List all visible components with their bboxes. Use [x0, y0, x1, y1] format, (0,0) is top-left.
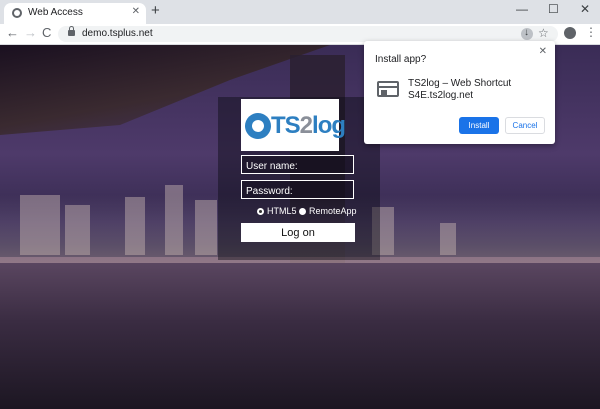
river-water [0, 263, 600, 409]
tab-strip: Web Access ✕ + — ☐ ✕ [0, 0, 600, 24]
password-field[interactable] [241, 180, 354, 200]
ts2log-logo-icon [245, 113, 271, 139]
tab-web-access[interactable]: Web Access ✕ [4, 3, 146, 24]
radio-html5-label: HTML5 [267, 206, 297, 216]
tab-close-icon[interactable]: ✕ [132, 6, 140, 17]
new-tab-button[interactable]: + [151, 3, 160, 19]
building [195, 200, 217, 255]
bookmark-star-icon[interactable]: ☆ [538, 26, 549, 40]
radio-unselected-icon[interactable] [299, 208, 306, 216]
cancel-button[interactable]: Cancel [505, 117, 545, 134]
install-app-icon[interactable] [521, 27, 533, 40]
username-field[interactable] [241, 155, 354, 175]
building [440, 223, 456, 255]
building [20, 195, 60, 255]
radio-remoteapp-label: RemoteApp [309, 206, 357, 216]
log-on-button[interactable]: Log on [241, 223, 355, 242]
tab-title: Web Access [28, 7, 83, 18]
globe-icon [12, 8, 22, 18]
maximize-button[interactable]: ☐ [548, 2, 559, 16]
building [165, 185, 183, 255]
install-app-dialog: Install app? ✕ TS2log – Web Shortcut S4E… [364, 41, 555, 144]
building [65, 205, 90, 255]
url-text[interactable]: demo.tsplus.net [82, 28, 153, 39]
dialog-close-icon[interactable]: ✕ [539, 46, 547, 57]
radio-html5[interactable]: HTML5 [257, 206, 297, 216]
reload-button[interactable]: C [42, 25, 51, 40]
radio-remoteapp[interactable]: RemoteApp [299, 206, 357, 216]
password-input[interactable] [242, 183, 353, 200]
radio-selected-icon[interactable] [257, 208, 264, 216]
ts2log-logo: TS2log [241, 99, 346, 151]
lock-icon[interactable] [68, 26, 75, 36]
minimize-button[interactable]: — [516, 2, 528, 16]
profile-avatar-icon[interactable] [564, 27, 576, 39]
forward-button[interactable]: → [24, 25, 37, 40]
window-close-button[interactable]: ✕ [580, 2, 590, 16]
dialog-title: Install app? [375, 54, 427, 65]
install-button[interactable]: Install [459, 117, 499, 134]
app-url: S4E.ts2log.net [408, 90, 474, 101]
username-input[interactable] [242, 158, 353, 175]
address-bar[interactable]: demo.tsplus.net ☆ [58, 26, 558, 42]
app-name: TS2log – Web Shortcut [408, 78, 512, 89]
back-button[interactable]: ← [6, 25, 19, 40]
logo-text: TS2log [271, 112, 346, 139]
browser-menu-icon[interactable]: ⋮ [585, 25, 597, 39]
building [125, 197, 145, 255]
app-window-icon [377, 81, 399, 97]
